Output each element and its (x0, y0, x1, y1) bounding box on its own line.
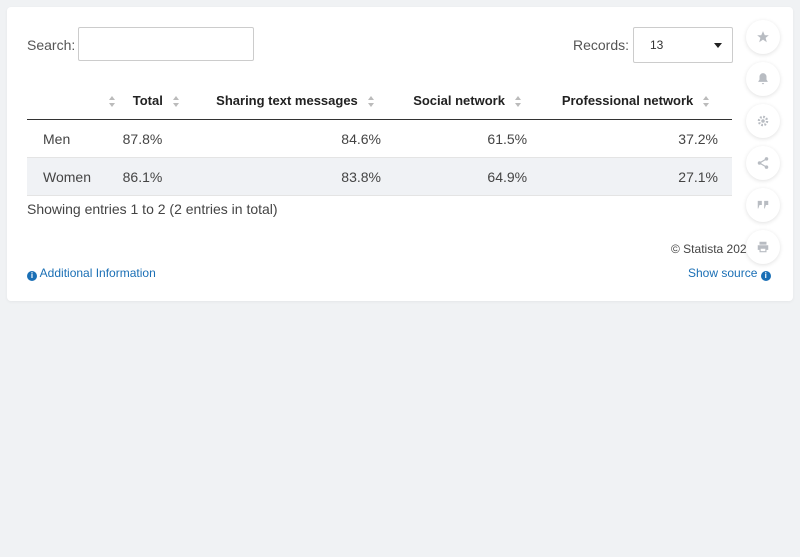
statistic-card: Search: Records: 13 Total Sharing text m… (7, 7, 793, 301)
sort-icon[interactable] (514, 95, 523, 108)
show-source-label: Show source (688, 266, 758, 280)
cell-total: 86.1% (116, 157, 197, 196)
data-table: Total Sharing text messages Social netwo… (27, 82, 732, 196)
show-source-link[interactable]: Show source i (688, 266, 771, 281)
share-button[interactable] (746, 146, 780, 180)
records-value: 13 (650, 38, 664, 52)
additional-information-link[interactable]: i Additional Information (27, 266, 156, 281)
search-label: Search: (27, 37, 76, 53)
sort-icon[interactable] (108, 95, 117, 108)
table-row: Women 86.1% 83.8% 64.9% 27.1% (27, 157, 732, 196)
quote-icon (757, 200, 769, 209)
star-icon (757, 31, 769, 43)
row-label: Women (27, 157, 117, 196)
search-input[interactable] (78, 27, 254, 61)
info-icon: i (760, 271, 771, 281)
records-label: Records: (573, 37, 630, 53)
print-button[interactable] (746, 230, 780, 264)
sort-icon[interactable] (703, 95, 711, 108)
cell-social: 61.5% (395, 119, 542, 158)
sort-icon[interactable] (172, 95, 181, 108)
column-header-total[interactable]: Total (116, 82, 197, 120)
table-row: Men 87.8% 84.6% 61.5% 37.2% (27, 119, 732, 158)
column-header-professional[interactable]: Professional network (541, 82, 732, 120)
cell-social: 64.9% (395, 157, 542, 196)
column-header-label[interactable] (27, 82, 117, 120)
chevron-down-icon (714, 43, 722, 48)
share-icon (757, 157, 769, 169)
additional-information-label: Additional Information (39, 266, 156, 280)
cell-professional: 37.2% (541, 119, 732, 158)
cell-professional: 27.1% (541, 157, 732, 196)
info-icon: i (27, 271, 37, 281)
entries-info: Showing entries 1 to 2 (2 entries in tot… (27, 201, 278, 217)
bell-icon (758, 73, 768, 85)
cell-sharing: 84.6% (196, 119, 395, 158)
print-icon (757, 241, 769, 253)
cell-total: 87.8% (116, 119, 197, 158)
row-label: Men (27, 119, 117, 158)
cell-sharing: 83.8% (196, 157, 395, 196)
cite-button[interactable] (746, 188, 780, 222)
column-header-sharing[interactable]: Sharing text messages (196, 82, 395, 120)
gear-icon (757, 115, 769, 127)
records-select[interactable]: 13 (633, 27, 733, 63)
settings-button[interactable] (746, 104, 780, 138)
copyright: © Statista 2021 (671, 242, 754, 256)
column-header-social[interactable]: Social network (395, 82, 542, 120)
notification-button[interactable] (746, 62, 780, 96)
star-button[interactable] (746, 20, 780, 54)
sort-icon[interactable] (367, 95, 376, 108)
